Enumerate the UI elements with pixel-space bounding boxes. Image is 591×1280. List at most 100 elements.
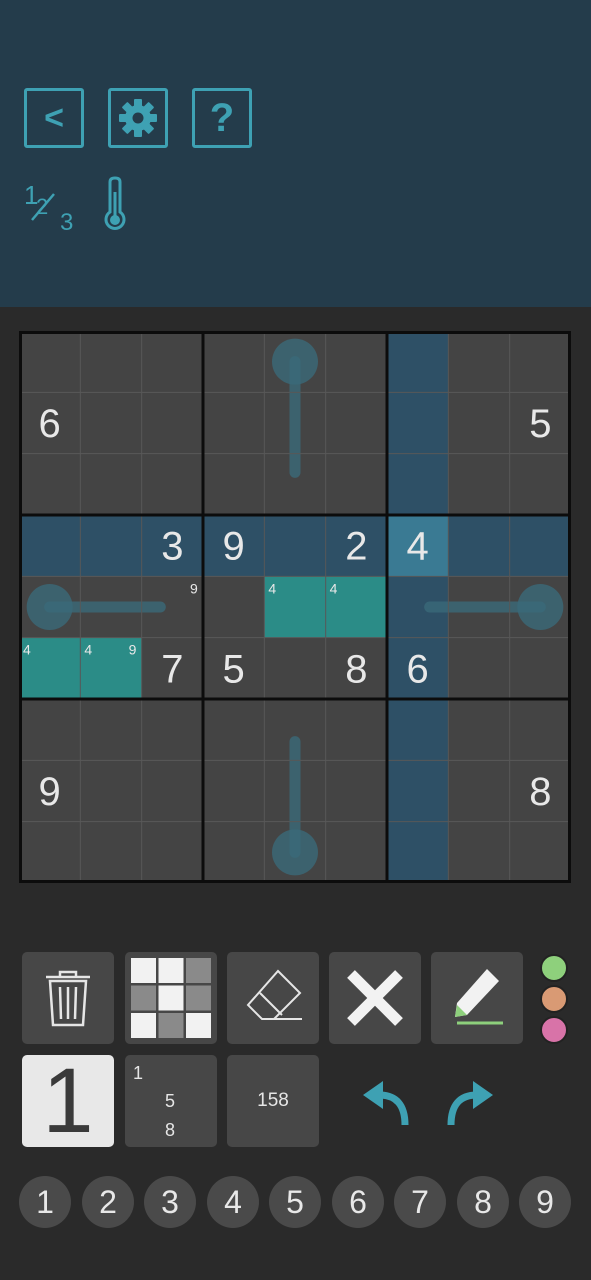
cell-digit: 5 <box>223 647 245 691</box>
top-bar: < ? 1 2 3 <box>0 0 591 307</box>
grid-cell[interactable] <box>509 331 571 393</box>
grid-cell[interactable] <box>80 392 142 454</box>
corner-mode-button[interactable]: 1 5 8 <box>125 1055 217 1147</box>
corner-mode-digit: 5 <box>165 1091 176 1111</box>
pencil-button[interactable] <box>431 952 523 1044</box>
grid-cell[interactable] <box>325 331 387 393</box>
grid-cell[interactable] <box>448 637 510 699</box>
grid-cell[interactable] <box>19 453 81 515</box>
grid-cell[interactable] <box>141 760 203 822</box>
grid-cell[interactable] <box>448 392 510 454</box>
grid-cell[interactable] <box>387 760 449 822</box>
gear-icon <box>119 99 157 137</box>
grid-cell[interactable] <box>509 821 571 883</box>
grid-cell[interactable] <box>448 699 510 761</box>
normal-mode-button[interactable]: 1 <box>22 1055 114 1147</box>
grid-cell[interactable] <box>448 453 510 515</box>
grid-cell[interactable] <box>141 331 203 393</box>
grid-cell[interactable] <box>387 821 449 883</box>
grid-cell[interactable] <box>387 453 449 515</box>
digit-button-2[interactable]: 2 <box>82 1176 134 1228</box>
grid-cell[interactable] <box>203 453 265 515</box>
grid-cell[interactable] <box>141 821 203 883</box>
grid-cell[interactable] <box>264 637 326 699</box>
digit-button-5[interactable]: 5 <box>269 1176 321 1228</box>
grid-cell[interactable] <box>80 760 142 822</box>
grid-cell[interactable] <box>387 331 449 393</box>
eraser-icon <box>246 969 302 1020</box>
grid-cell[interactable] <box>203 821 265 883</box>
grid-cell[interactable] <box>80 821 142 883</box>
settings-button[interactable] <box>108 88 168 148</box>
eraser-button[interactable] <box>227 952 319 1044</box>
digit-button-7[interactable]: 7 <box>394 1176 446 1228</box>
grid-cell[interactable] <box>509 453 571 515</box>
back-button[interactable]: < <box>24 88 84 148</box>
undo-icon[interactable] <box>357 1075 413 1131</box>
grid-cell[interactable] <box>509 515 571 577</box>
grid-cell[interactable] <box>325 760 387 822</box>
grid-cell[interactable] <box>325 453 387 515</box>
redo-icon[interactable] <box>443 1075 499 1131</box>
grid-cell[interactable] <box>387 699 449 761</box>
clear-button[interactable] <box>329 952 421 1044</box>
grid-cell[interactable] <box>203 392 265 454</box>
grid-cell[interactable] <box>448 331 510 393</box>
grid-cell[interactable] <box>509 637 571 699</box>
svg-text:3: 3 <box>60 209 73 236</box>
digit-button-9[interactable]: 9 <box>519 1176 571 1228</box>
grid-cell[interactable] <box>80 331 142 393</box>
digit-button-3[interactable]: 3 <box>144 1176 196 1228</box>
grid-cell[interactable] <box>80 453 142 515</box>
pencil-mark: 4 <box>268 580 276 596</box>
delete-button[interactable] <box>22 952 114 1044</box>
color-green-swatch[interactable] <box>540 954 568 982</box>
digit-button-1[interactable]: 1 <box>19 1176 71 1228</box>
cell-digit: 6 <box>407 647 429 691</box>
digit-button-8[interactable]: 8 <box>457 1176 509 1228</box>
thermometer-bulb <box>26 584 73 630</box>
grid-cell[interactable] <box>264 515 326 577</box>
grid-icon <box>131 958 211 1038</box>
sudoku-board[interactable]: 653924758698944449 <box>19 331 571 883</box>
grid-cell[interactable] <box>203 760 265 822</box>
grid-cell[interactable] <box>203 331 265 393</box>
cell-digit: 9 <box>39 770 61 814</box>
grid-cell[interactable] <box>19 515 81 577</box>
grid-cell[interactable] <box>80 699 142 761</box>
grid-cell[interactable] <box>509 699 571 761</box>
grid-cell[interactable] <box>325 821 387 883</box>
close-icon <box>347 970 403 1026</box>
cell-digit: 3 <box>161 525 183 569</box>
grid-cell[interactable] <box>325 392 387 454</box>
thermometer-bulb <box>517 584 564 630</box>
digit-button-6[interactable]: 6 <box>332 1176 384 1228</box>
pencil-mark: 9 <box>190 580 198 596</box>
grid-cell[interactable] <box>19 699 81 761</box>
thermometer-icon[interactable] <box>104 176 126 230</box>
grid-cell[interactable] <box>203 576 265 638</box>
help-button[interactable]: ? <box>192 88 252 148</box>
pencil-mark: 4 <box>330 580 338 596</box>
grid-cell[interactable] <box>80 515 142 577</box>
grid-cell[interactable] <box>448 760 510 822</box>
grid-cell[interactable] <box>387 392 449 454</box>
grid-toggle-button[interactable] <box>125 952 217 1044</box>
grid-cell[interactable] <box>141 392 203 454</box>
grid-cell[interactable] <box>141 453 203 515</box>
digit-button-4[interactable]: 4 <box>207 1176 259 1228</box>
grid-cell[interactable] <box>19 331 81 393</box>
grid-cell[interactable] <box>203 699 265 761</box>
color-pink-swatch[interactable] <box>540 1016 568 1044</box>
cell-digit: 6 <box>39 402 61 446</box>
grid-cell[interactable] <box>448 515 510 577</box>
grid-cell[interactable] <box>19 821 81 883</box>
center-mode-button[interactable]: 158 <box>227 1055 319 1147</box>
corner-mode-digit: 8 <box>165 1120 176 1140</box>
grid-cell[interactable] <box>448 821 510 883</box>
number-mode-icon[interactable]: 1 2 3 <box>24 180 73 236</box>
cell-digit: 4 <box>407 525 429 569</box>
grid-cell[interactable] <box>141 699 203 761</box>
grid-cell[interactable] <box>325 699 387 761</box>
color-orange-swatch[interactable] <box>540 985 568 1013</box>
